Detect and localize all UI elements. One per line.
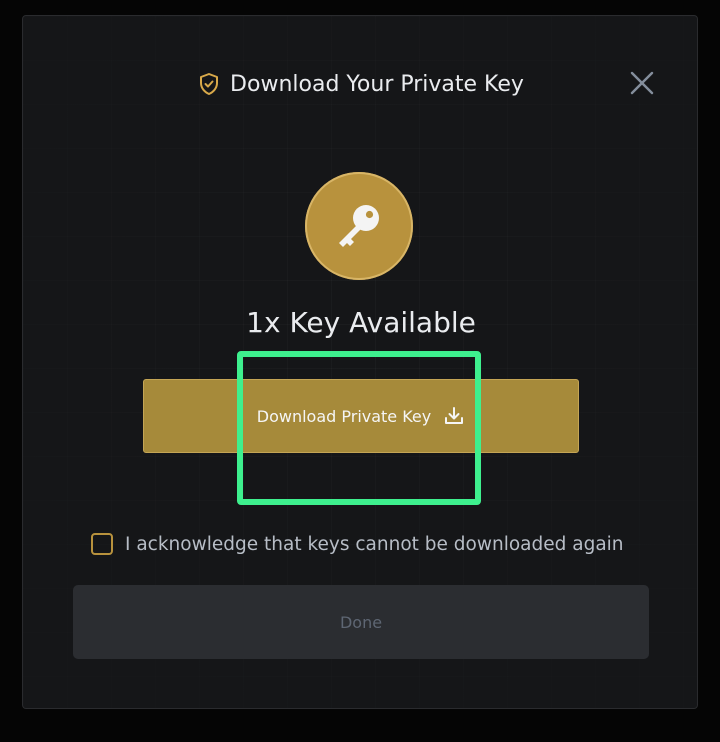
dialog-title: Download Your Private Key [230, 71, 524, 97]
acknowledge-label[interactable]: I acknowledge that keys cannot be downlo… [125, 534, 624, 555]
shield-check-icon [200, 73, 219, 95]
key-badge [305, 172, 413, 280]
close-button[interactable] [627, 68, 657, 98]
key-icon [339, 205, 379, 247]
close-icon [630, 71, 654, 95]
download-private-key-dialog: Download Your Private Key 1x Key Availab… [22, 15, 698, 709]
download-private-key-button[interactable]: Download Private Key [143, 379, 579, 453]
download-icon [445, 407, 464, 424]
download-button-label: Download Private Key [256, 406, 432, 426]
dialog-header: Download Your Private Key [23, 66, 697, 102]
acknowledge-checkbox[interactable] [91, 533, 113, 555]
done-button[interactable]: Done [73, 585, 649, 659]
acknowledge-row: I acknowledge that keys cannot be downlo… [91, 530, 624, 558]
key-availability-text: 1x Key Available [246, 306, 476, 339]
